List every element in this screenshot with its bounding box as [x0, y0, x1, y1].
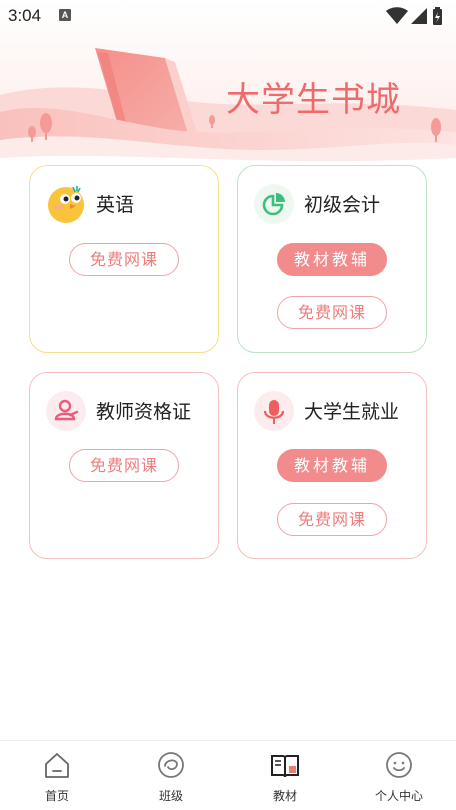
profile-icon	[386, 752, 412, 778]
category-card-employment[interactable]: 大学生就业 教材教辅 免费网课	[237, 372, 427, 559]
category-card-accounting[interactable]: 初级会计 教材教辅 免费网课	[237, 165, 427, 353]
nav-item-textbook[interactable]: 教材	[228, 741, 342, 810]
microphone-icon	[254, 391, 294, 431]
card-title-accounting: 初级会计	[304, 194, 381, 216]
book-icon	[271, 755, 299, 778]
category-card-teacher-certificate[interactable]: 教师资格证 免费网课	[29, 372, 219, 559]
bottom-nav: 首页 班级 教材 个人中心	[0, 740, 456, 810]
textbook-button[interactable]: 教材教辅	[277, 243, 387, 276]
free-course-button[interactable]: 免费网课	[277, 296, 387, 329]
chick-icon	[46, 184, 86, 224]
nav-item-profile[interactable]: 个人中心	[342, 741, 456, 810]
notification-badge: A	[59, 9, 71, 21]
free-course-button[interactable]: 免费网课	[69, 243, 179, 276]
status-time: 3:04	[8, 6, 42, 25]
bookstore-screen: 大学生书城 3:04 A 英语 免费网课 初级会计 教材教辅 免费网课 教师资格…	[0, 0, 456, 810]
category-card-english[interactable]: 英语 免费网课	[29, 165, 219, 353]
nav-item-home[interactable]: 首页	[0, 741, 114, 810]
status-bar: 3:04 A	[0, 0, 456, 34]
nav-label-profile: 个人中心	[374, 789, 423, 803]
banner-title: 大学生书城	[226, 80, 401, 120]
nav-label-class: 班级	[158, 789, 183, 803]
textbook-button[interactable]: 教材教辅	[277, 449, 387, 482]
pie-chart-icon	[254, 184, 294, 224]
card-title-teacher-certificate: 教师资格证	[96, 401, 192, 423]
card-title-employment: 大学生就业	[304, 401, 400, 423]
wifi-icon	[386, 7, 408, 24]
home-icon	[45, 753, 69, 778]
free-course-button[interactable]: 免费网课	[277, 503, 387, 536]
system-icons	[386, 7, 442, 25]
free-course-button[interactable]: 免费网课	[69, 449, 179, 482]
nav-item-class[interactable]: 班级	[114, 741, 228, 810]
signal-icon	[411, 8, 427, 24]
nav-label-textbook: 教材	[272, 789, 297, 803]
nav-label-home: 首页	[44, 789, 69, 803]
class-icon	[158, 752, 184, 778]
teacher-icon	[46, 391, 86, 431]
card-title-english: 英语	[96, 194, 135, 216]
